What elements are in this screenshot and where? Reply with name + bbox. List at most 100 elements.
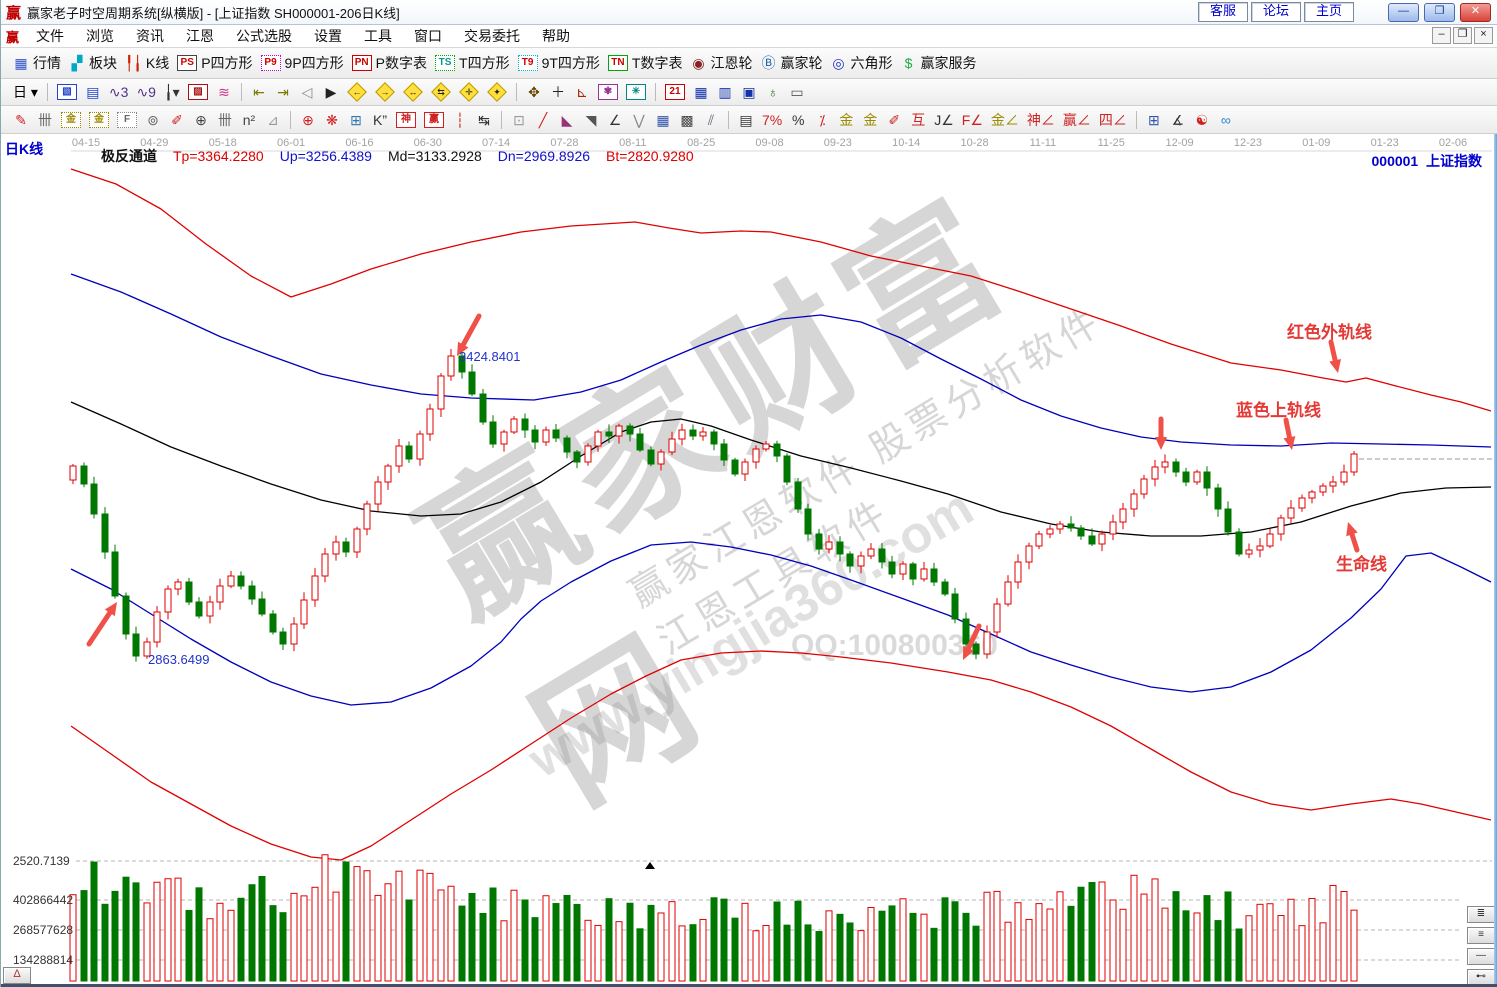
export-globe-icon[interactable]: ♁: [765, 84, 781, 100]
angle-tool-icon[interactable]: ⊾: [574, 84, 590, 100]
brush-2-icon[interactable]: ✐: [886, 112, 902, 128]
span-arrow-icon[interactable]: ↹: [476, 112, 492, 128]
wave-9-icon[interactable]: ∿9: [136, 84, 156, 100]
gann-circle-icon[interactable]: ⊕: [193, 112, 209, 128]
menu-item-6[interactable]: 工具: [353, 26, 403, 46]
nav-first-icon[interactable]: ⇤: [251, 84, 267, 100]
menu-item-8[interactable]: 交易委托: [453, 26, 531, 46]
gold-circle-icon[interactable]: 金: [838, 112, 854, 128]
menu-item-0[interactable]: 文件: [25, 26, 75, 46]
scale-button-2[interactable]: ≡: [1467, 927, 1495, 944]
winner-wheel-icon[interactable]: Ⓑ赢家轮: [760, 53, 822, 73]
jump-cross-icon[interactable]: ✛: [459, 85, 479, 99]
zigzag-box-icon[interactable]: ▧: [57, 84, 77, 100]
nav-next-icon[interactable]: ▶: [323, 84, 339, 100]
winner-service-icon[interactable]: $赢家服务: [900, 53, 976, 73]
mdi-minimize-button[interactable]: –: [1432, 27, 1451, 44]
v-lines-icon[interactable]: ⋁: [631, 112, 647, 128]
p-square-icon[interactable]: PSP四方形: [177, 53, 252, 73]
nav-prev-icon[interactable]: ◁: [299, 84, 315, 100]
f-grid-icon[interactable]: F: [117, 112, 137, 128]
notebook-icon[interactable]: ▥: [717, 84, 733, 100]
menu-item-7[interactable]: 窗口: [403, 26, 453, 46]
shen-angle-icon[interactable]: 神∠: [1027, 112, 1055, 128]
trend-chart-icon[interactable]: ∡: [1170, 112, 1186, 128]
pct-line-icon[interactable]: ⁒: [814, 112, 830, 128]
fan-2-icon[interactable]: ◥: [583, 112, 599, 128]
circle-cross-icon[interactable]: ⊕: [300, 112, 316, 128]
angle-lines-icon[interactable]: ∠: [607, 112, 623, 128]
restore-button[interactable]: ❐: [1424, 3, 1455, 22]
clover-icon[interactable]: ✾: [598, 84, 618, 100]
gold-avg-icon[interactable]: 金: [862, 112, 878, 128]
ruler-123-icon[interactable]: ┆: [452, 112, 468, 128]
gold-grid-a-icon[interactable]: 金: [61, 112, 81, 128]
n-squared-icon[interactable]: n²: [241, 112, 257, 128]
hand-icon[interactable]: ✥: [526, 84, 542, 100]
calendar-icon[interactable]: 21: [665, 84, 685, 100]
stats-icon[interactable]: ▤: [738, 112, 754, 128]
p-number-table-icon[interactable]: PNP数字表: [352, 53, 427, 73]
forum-button[interactable]: 论坛: [1251, 2, 1301, 22]
f-angle-icon[interactable]: F∠: [962, 112, 983, 128]
scale-button-4[interactable]: ⊷: [1467, 969, 1495, 984]
mdi-restore-button[interactable]: ❐: [1453, 27, 1472, 44]
save-icon[interactable]: ▣: [741, 84, 757, 100]
candle-tool-icon[interactable]: ╽▾: [164, 84, 180, 100]
pen-ruler-icon[interactable]: ✐: [169, 112, 185, 128]
calculator-icon[interactable]: ▦: [693, 84, 709, 100]
hexagon-icon[interactable]: ◎六角形: [830, 53, 892, 73]
9p-square-icon[interactable]: P99P四方形: [261, 53, 344, 73]
homepage-button[interactable]: 主页: [1304, 2, 1354, 22]
wave-3-icon[interactable]: ∿3: [109, 84, 129, 100]
menu-item-1[interactable]: 浏览: [75, 26, 125, 46]
scale-button-1[interactable]: ≣: [1467, 906, 1495, 923]
window-tool-icon[interactable]: ⊡: [511, 112, 527, 128]
win-angle-icon[interactable]: 赢∠: [1063, 112, 1091, 128]
shen-grid-icon[interactable]: 神: [396, 112, 416, 128]
jump-both-icon[interactable]: ↔: [403, 85, 423, 99]
brain-icon[interactable]: ✳: [626, 84, 646, 100]
pct-icon[interactable]: %: [790, 112, 806, 128]
close-button[interactable]: ✕: [1460, 3, 1491, 22]
k-quote-icon[interactable]: K”: [372, 112, 388, 128]
printer-icon[interactable]: ▭: [789, 84, 805, 100]
indicator-switch-button[interactable]: Δ: [3, 967, 31, 984]
grid-cell-icon[interactable]: ⊞: [1146, 112, 1162, 128]
yinyang-icon[interactable]: ☯: [1194, 112, 1210, 128]
comb-2-icon[interactable]: 卌: [217, 112, 233, 128]
four-angle-icon[interactable]: 四∠: [1099, 112, 1127, 128]
gann-wheel-icon[interactable]: ◉江恩轮: [690, 53, 752, 73]
color-bars-icon[interactable]: ≋: [216, 84, 232, 100]
set-square-icon[interactable]: ⊿: [265, 112, 281, 128]
9t-square-icon[interactable]: T99T四方形: [518, 53, 600, 73]
spiral-icon[interactable]: ⊚: [145, 112, 161, 128]
win-grid-icon[interactable]: 赢: [424, 112, 444, 128]
jump-left-icon[interactable]: ←: [347, 85, 367, 99]
minimize-button[interactable]: —: [1388, 3, 1419, 22]
chart-canvas[interactable]: [1, 134, 1497, 984]
period-day-icon[interactable]: 日 ▾: [13, 84, 38, 100]
sectors-icon[interactable]: ▞板块: [69, 53, 117, 73]
doc-icon[interactable]: ▤: [85, 84, 101, 100]
jump-swap-icon[interactable]: ⇆: [431, 85, 451, 99]
kline-icon[interactable]: ╿╽K线: [125, 53, 169, 73]
menu-item-4[interactable]: 公式选股: [225, 26, 303, 46]
menu-item-2[interactable]: 资讯: [125, 26, 175, 46]
pattern-red-icon[interactable]: ▨: [188, 84, 208, 100]
scale-button-3[interactable]: —: [1467, 948, 1495, 965]
web-grid-icon[interactable]: ⊞: [348, 112, 364, 128]
t-number-table-icon[interactable]: TNT数字表: [608, 53, 683, 73]
customer-service-button[interactable]: 客服: [1198, 2, 1248, 22]
menu-item-3[interactable]: 江恩: [175, 26, 225, 46]
grid-dark-icon[interactable]: ▩: [679, 112, 695, 128]
jump-right-icon[interactable]: →: [375, 85, 395, 99]
comb-icon[interactable]: 卌: [37, 112, 53, 128]
grid-blue-icon[interactable]: ▦: [655, 112, 671, 128]
t-square-icon[interactable]: TST四方形: [435, 53, 510, 73]
mutual-icon[interactable]: 互: [910, 112, 926, 128]
parallels-icon[interactable]: ⫽: [703, 112, 719, 128]
fan-icon[interactable]: ◣: [559, 112, 575, 128]
nav-last-icon[interactable]: ⇥: [275, 84, 291, 100]
gold-angle-icon[interactable]: 金∠: [991, 112, 1019, 128]
